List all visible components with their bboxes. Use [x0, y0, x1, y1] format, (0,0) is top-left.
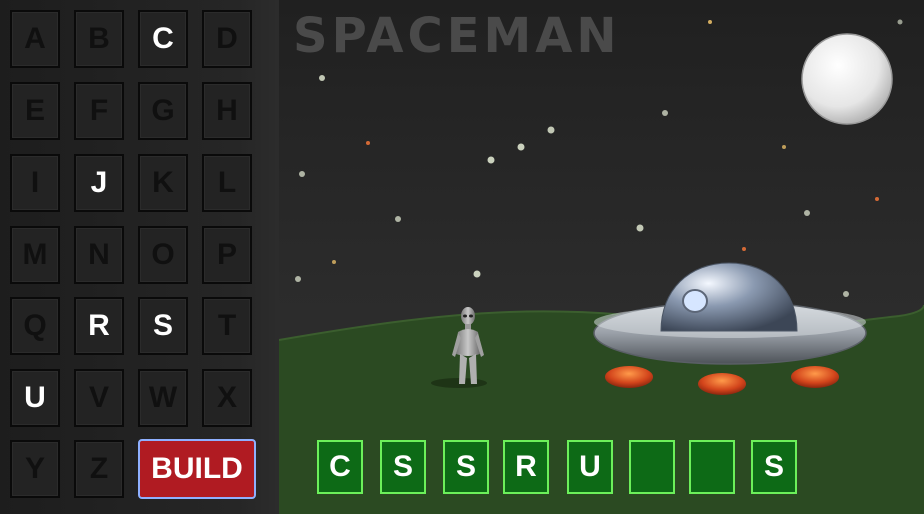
key-c[interactable]: C [138, 10, 188, 68]
key-z[interactable]: Z [74, 440, 124, 498]
word-slot: R [503, 440, 549, 494]
letter-keyboard-panel: ABCD EFGH IJKL MNOP QRST UVWX YZ BUILD [0, 0, 279, 514]
build-button[interactable]: BUILD [138, 439, 256, 499]
key-l[interactable]: L [202, 154, 252, 212]
key-h[interactable]: H [202, 82, 252, 140]
key-b[interactable]: B [74, 10, 124, 68]
word-slot [629, 440, 675, 494]
word-slot: U [567, 440, 613, 494]
key-m[interactable]: M [10, 226, 60, 284]
key-e[interactable]: E [10, 82, 60, 140]
word-slot: S [751, 440, 797, 494]
ufo [593, 262, 867, 395]
key-n[interactable]: N [74, 226, 124, 284]
key-r[interactable]: R [74, 297, 124, 355]
key-a[interactable]: A [10, 10, 60, 68]
moon [801, 33, 893, 125]
key-v[interactable]: V [74, 369, 124, 427]
letter-keys: ABCD EFGH IJKL MNOP QRST UVWX YZ [0, 0, 279, 514]
key-y[interactable]: Y [10, 440, 60, 498]
key-o[interactable]: O [138, 226, 188, 284]
key-w[interactable]: W [138, 369, 188, 427]
word-slot [689, 440, 735, 494]
key-j[interactable]: J [74, 154, 124, 212]
word-slot: S [443, 440, 489, 494]
key-u[interactable]: U [10, 369, 60, 427]
key-p[interactable]: P [202, 226, 252, 284]
scene-graphics [279, 19, 924, 514]
key-i[interactable]: I [10, 154, 60, 212]
key-d[interactable]: D [202, 10, 252, 68]
game-window: ABCDEFGHIJKLMNOPQRSTUVWXYZ BUILD SPACEMA… [0, 0, 924, 514]
word-slot: S [380, 440, 426, 494]
key-q[interactable]: Q [10, 297, 60, 355]
word-slot: C [317, 440, 363, 494]
key-t[interactable]: T [202, 297, 252, 355]
key-f[interactable]: F [74, 82, 124, 140]
game-title: SPACEMAN [293, 8, 621, 64]
key-x[interactable]: X [202, 369, 252, 427]
key-k[interactable]: K [138, 154, 188, 212]
key-s[interactable]: S [138, 297, 188, 355]
key-g[interactable]: G [138, 82, 188, 140]
space-scene: SPACEMAN CSSRUS [279, 0, 924, 514]
